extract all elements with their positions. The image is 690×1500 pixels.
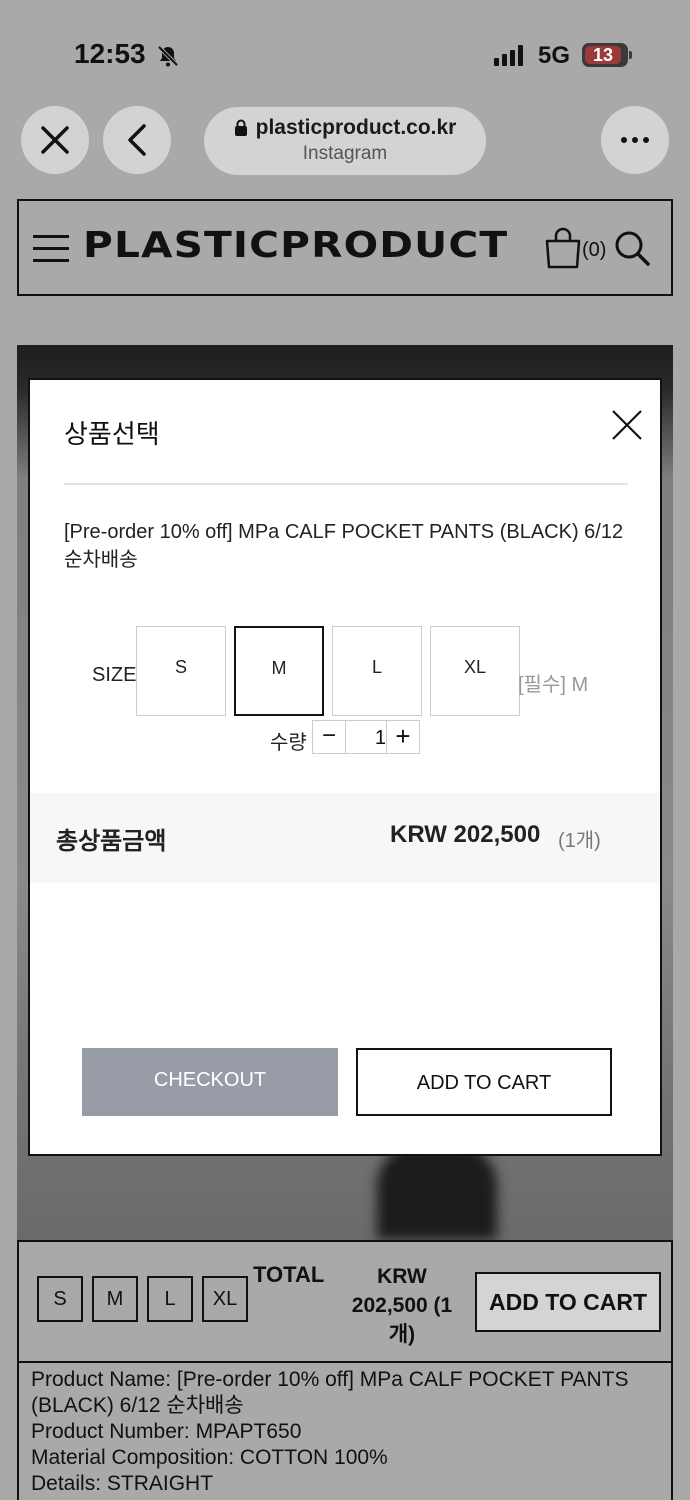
bottom-size-s[interactable]: S (37, 1276, 83, 1322)
back-button[interactable] (103, 106, 171, 174)
more-options-button[interactable] (601, 106, 669, 174)
quantity-increase-button[interactable]: + (386, 720, 420, 754)
product-select-modal: 상품선택 [Pre-order 10% off] MPa CALF POCKET… (28, 378, 662, 1156)
selected-option-note: [필수] M (518, 674, 589, 696)
bottom-size-l[interactable]: L (147, 1276, 193, 1322)
address-bar[interactable]: plasticproduct.co.kr Instagram (204, 107, 486, 175)
status-time: 12:53 (74, 38, 146, 69)
divider (64, 483, 628, 485)
site-logo[interactable]: PLASTICPRODUCT (83, 225, 508, 266)
bottom-size-m[interactable]: M (92, 1276, 138, 1322)
product-name-line: Product Name: [Pre-order 10% off] MPa CA… (31, 1368, 629, 1417)
search-icon[interactable] (613, 229, 651, 267)
bottom-total-price: KRW 202,500 (1 개) (351, 1265, 453, 1346)
checkout-button[interactable]: CHECKOUT (82, 1048, 338, 1116)
url-domain: plasticproduct.co.kr (255, 116, 457, 139)
shopping-bag-icon[interactable] (543, 227, 583, 269)
status-bar: 12:53 5G 13 (0, 0, 690, 100)
chevron-left-icon (128, 124, 146, 156)
size-label: SIZE (92, 664, 137, 686)
quantity-label: 수량 (270, 732, 307, 754)
url-subtitle: Instagram (302, 143, 388, 164)
total-price-amount: KRW 202,500 (390, 821, 541, 848)
material-line: Material Composition: COTTON 100% (31, 1446, 388, 1469)
close-browser-button[interactable] (21, 106, 89, 174)
network-type: 5G (538, 42, 571, 69)
quantity-decrease-button[interactable]: − (312, 720, 346, 754)
product-number-line: Product Number: MPAPT650 (31, 1420, 302, 1443)
size-option-l[interactable]: L (332, 626, 422, 716)
site-header: PLASTICPRODUCT (0) (17, 199, 673, 296)
lock-icon (234, 119, 247, 136)
battery-icon: 13 (582, 43, 632, 67)
total-item-count: (1개) (558, 830, 601, 852)
menu-icon[interactable] (33, 235, 69, 263)
bell-muted-icon (157, 45, 179, 67)
bottom-total-label: TOTAL (253, 1262, 325, 1287)
bottom-add-to-cart-button[interactable]: ADD TO CART (475, 1272, 661, 1332)
cart-count: (0) (582, 239, 607, 261)
more-icon (621, 137, 649, 143)
modal-product-name: [Pre-order 10% off] MPa CALF POCKET PANT… (64, 521, 624, 571)
bottom-size-xl[interactable]: XL (202, 1276, 248, 1322)
close-icon[interactable] (610, 408, 644, 442)
sticky-purchase-bar: S M L XL TOTAL KRW 202,500 (1 개) ADD TO … (17, 1240, 673, 1363)
modal-title: 상품선택 (64, 419, 160, 449)
details-line: Details: STRAIGHT (31, 1472, 214, 1495)
size-option-xl[interactable]: XL (430, 626, 520, 716)
size-option-s[interactable]: S (136, 626, 226, 716)
total-price-label: 총상품금액 (56, 828, 167, 855)
total-price-row: 총상품금액 KRW 202,500 (1개) (30, 793, 660, 883)
close-icon (41, 126, 69, 154)
quantity-input[interactable]: 1 (346, 720, 388, 754)
add-to-cart-button[interactable]: ADD TO CART (356, 1048, 612, 1116)
signal-icon (494, 44, 523, 66)
product-info: Product Name: [Pre-order 10% off] MPa CA… (17, 1361, 673, 1500)
size-option-m[interactable]: M (234, 626, 324, 716)
battery-level: 13 (592, 45, 614, 65)
